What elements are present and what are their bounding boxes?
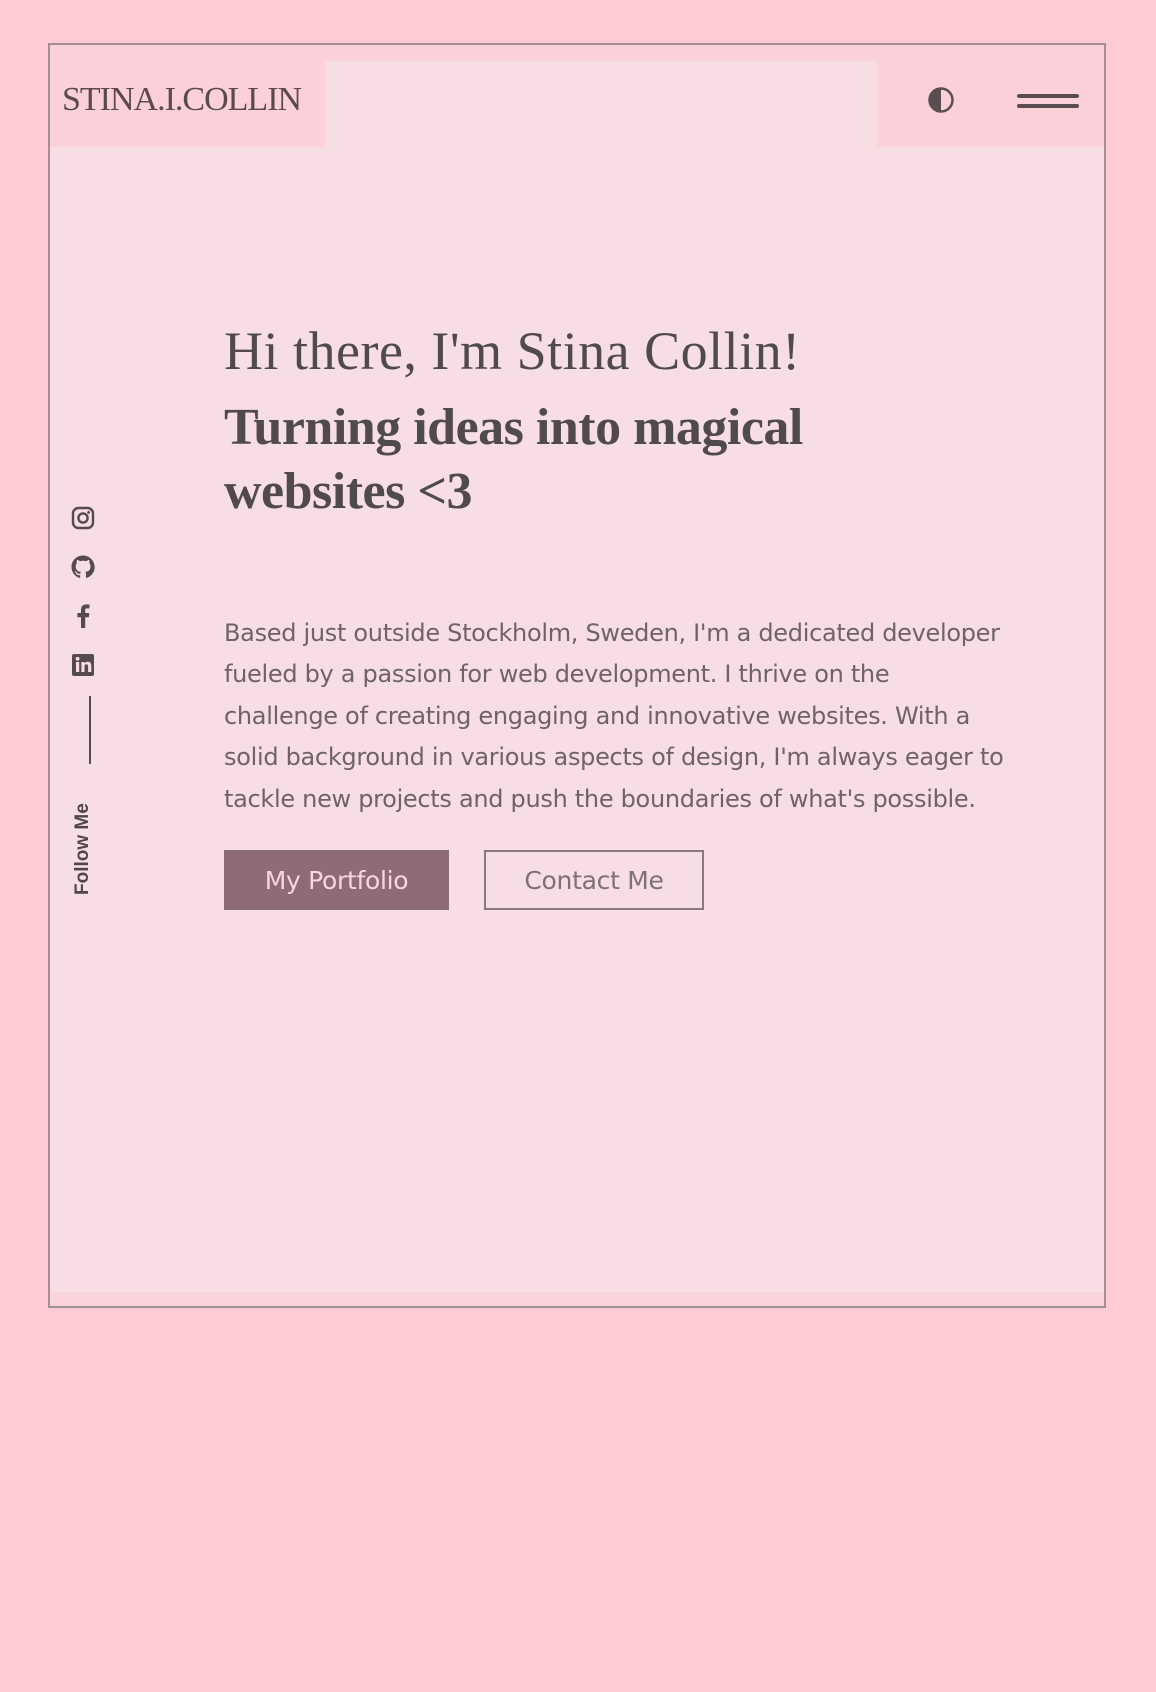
- hero-section: Hi there, I'm Stina Collin! Turning idea…: [224, 320, 1004, 911]
- menu-button[interactable]: [1017, 90, 1079, 110]
- hamburger-menu-icon: [1017, 94, 1079, 98]
- site-logo[interactable]: STINA.I.COLLIN: [62, 83, 302, 117]
- theme-toggle-button[interactable]: [927, 86, 955, 114]
- social-divider-line: [89, 696, 91, 764]
- linkedin-link[interactable]: [70, 652, 96, 678]
- page-frame: STINA.I.COLLIN Follow Me Hi there, I'm S…: [48, 43, 1106, 1308]
- contrast-icon: [928, 87, 954, 113]
- instagram-icon: [71, 506, 95, 530]
- github-link[interactable]: [70, 554, 96, 580]
- hero-bio: Based just outside Stockholm, Sweden, I'…: [224, 618, 1004, 813]
- linkedin-icon: [72, 654, 94, 676]
- hero-greeting: Hi there, I'm Stina Collin!: [224, 321, 801, 381]
- facebook-icon: [77, 604, 90, 628]
- portfolio-button[interactable]: My Portfolio: [224, 850, 449, 911]
- frame-bottom-strip: [50, 1292, 1104, 1306]
- follow-me-label: Follow Me: [72, 803, 93, 895]
- hamburger-menu-icon: [1017, 104, 1079, 108]
- github-icon: [71, 555, 95, 578]
- header-center-panel: [325, 61, 877, 147]
- facebook-link[interactable]: [70, 603, 96, 629]
- hero-tagline: Turning ideas into magical websites <3: [224, 399, 803, 520]
- instagram-link[interactable]: [70, 505, 96, 531]
- social-links: [70, 505, 100, 701]
- hero-buttons: My Portfolio Contact Me: [224, 850, 1004, 911]
- contact-button[interactable]: Contact Me: [484, 850, 704, 911]
- site-header: STINA.I.COLLIN: [50, 45, 1104, 147]
